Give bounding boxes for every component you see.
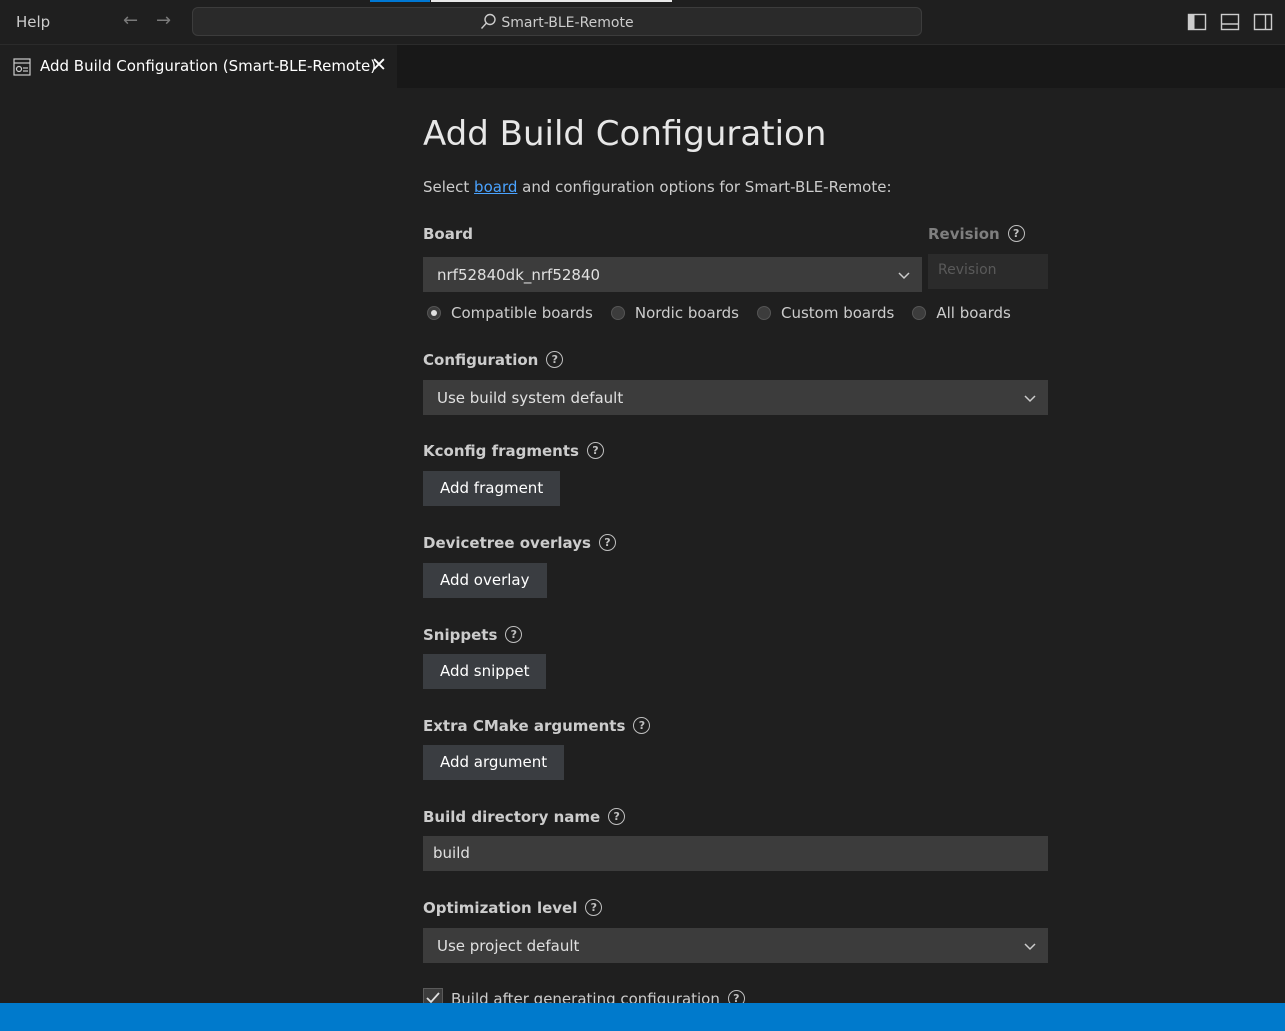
radio-button[interactable]	[756, 306, 771, 320]
revision-input[interactable]: Revision	[928, 254, 1048, 289]
radio-button-selected[interactable]	[427, 306, 441, 320]
radio-custom-boards[interactable]: Custom boards	[756, 304, 894, 322]
toggle-panel-icon[interactable]	[1220, 12, 1240, 32]
revision-placeholder: Revision	[938, 262, 997, 278]
radio-button[interactable]	[610, 306, 625, 320]
back-arrow-icon[interactable]: ←	[123, 10, 138, 31]
add-fragment-button[interactable]: Add fragment	[423, 471, 561, 506]
snippets-label: Snippets?	[423, 626, 523, 644]
board-filter-group: Compatible boards Nordic boards Custom b…	[427, 304, 1029, 322]
configuration-select[interactable]: Use build system default	[423, 380, 1048, 415]
add-snippet-button[interactable]: Add snippet	[423, 654, 547, 689]
add-overlay-button[interactable]: Add overlay	[423, 563, 547, 598]
status-bar	[0, 1003, 1285, 1031]
command-center-search[interactable]: Smart-BLE-Remote	[192, 7, 922, 36]
build-dir-input[interactable]: build	[423, 836, 1048, 871]
toggle-primary-sidebar-icon[interactable]	[1187, 12, 1207, 32]
cmake-label: Extra CMake arguments?	[423, 717, 651, 735]
title-accent-blue	[370, 0, 430, 2]
radio-button[interactable]	[912, 306, 927, 320]
radio-all-boards[interactable]: All boards	[912, 304, 1011, 322]
board-link[interactable]: board	[474, 178, 517, 196]
menu-help[interactable]: Help	[16, 13, 50, 31]
intro-prefix: Select	[423, 178, 475, 196]
help-icon[interactable]: ?	[633, 717, 651, 734]
revision-label: Revision?	[928, 225, 1025, 243]
help-icon[interactable]: ?	[586, 442, 604, 459]
help-icon[interactable]: ?	[505, 626, 523, 643]
devicetree-label: Devicetree overlays?	[423, 534, 616, 552]
optimization-select[interactable]: Use project default	[423, 928, 1048, 963]
build-dir-label: Build directory name?	[423, 808, 626, 826]
build-config-icon	[12, 57, 32, 81]
search-icon	[481, 13, 497, 29]
radio-compatible-boards[interactable]: Compatible boards	[427, 304, 593, 322]
close-icon[interactable]: ✕	[371, 54, 387, 76]
chevron-down-icon	[1023, 390, 1037, 409]
help-icon[interactable]: ?	[608, 808, 626, 825]
optimization-select-value: Use project default	[437, 937, 580, 955]
page-title: Add Build Configuration	[423, 114, 827, 154]
help-icon[interactable]: ?	[598, 534, 616, 551]
configuration-label: Configuration?	[423, 351, 564, 369]
board-label: Board	[423, 225, 473, 243]
chevron-down-icon	[1023, 938, 1037, 957]
tab-label: Add Build Configuration (Smart-BLE-Remot…	[40, 57, 377, 75]
build-dir-value: build	[433, 844, 470, 862]
add-argument-button[interactable]: Add argument	[423, 745, 565, 780]
optimization-label: Optimization level?	[423, 899, 603, 917]
chevron-down-icon	[897, 267, 911, 286]
title-accent-white	[431, 0, 672, 2]
command-center-label: Smart-BLE-Remote	[501, 15, 634, 31]
help-icon[interactable]: ?	[546, 351, 564, 368]
intro-suffix: and configuration options for Smart-BLE-…	[517, 178, 892, 196]
help-icon[interactable]: ?	[585, 899, 603, 916]
intro-text: Select board and configuration options f…	[423, 178, 892, 196]
tab-add-build-configuration[interactable]: Add Build Configuration (Smart-BLE-Remot…	[0, 45, 397, 88]
layout-controls	[1187, 12, 1273, 32]
toggle-secondary-sidebar-icon[interactable]	[1253, 12, 1273, 32]
board-select-value: nrf52840dk_nrf52840	[437, 266, 601, 284]
forward-arrow-icon[interactable]: →	[156, 10, 171, 31]
title-bar: Help ← → Smart-BLE-Remote	[0, 0, 1285, 45]
board-select[interactable]: nrf52840dk_nrf52840	[423, 257, 922, 292]
help-icon[interactable]: ?	[1007, 225, 1025, 242]
radio-nordic-boards[interactable]: Nordic boards	[610, 304, 739, 322]
kconfig-label: Kconfig fragments?	[423, 442, 604, 460]
editor-tab-bar: Add Build Configuration (Smart-BLE-Remot…	[0, 45, 1285, 88]
configuration-select-value: Use build system default	[437, 389, 624, 407]
